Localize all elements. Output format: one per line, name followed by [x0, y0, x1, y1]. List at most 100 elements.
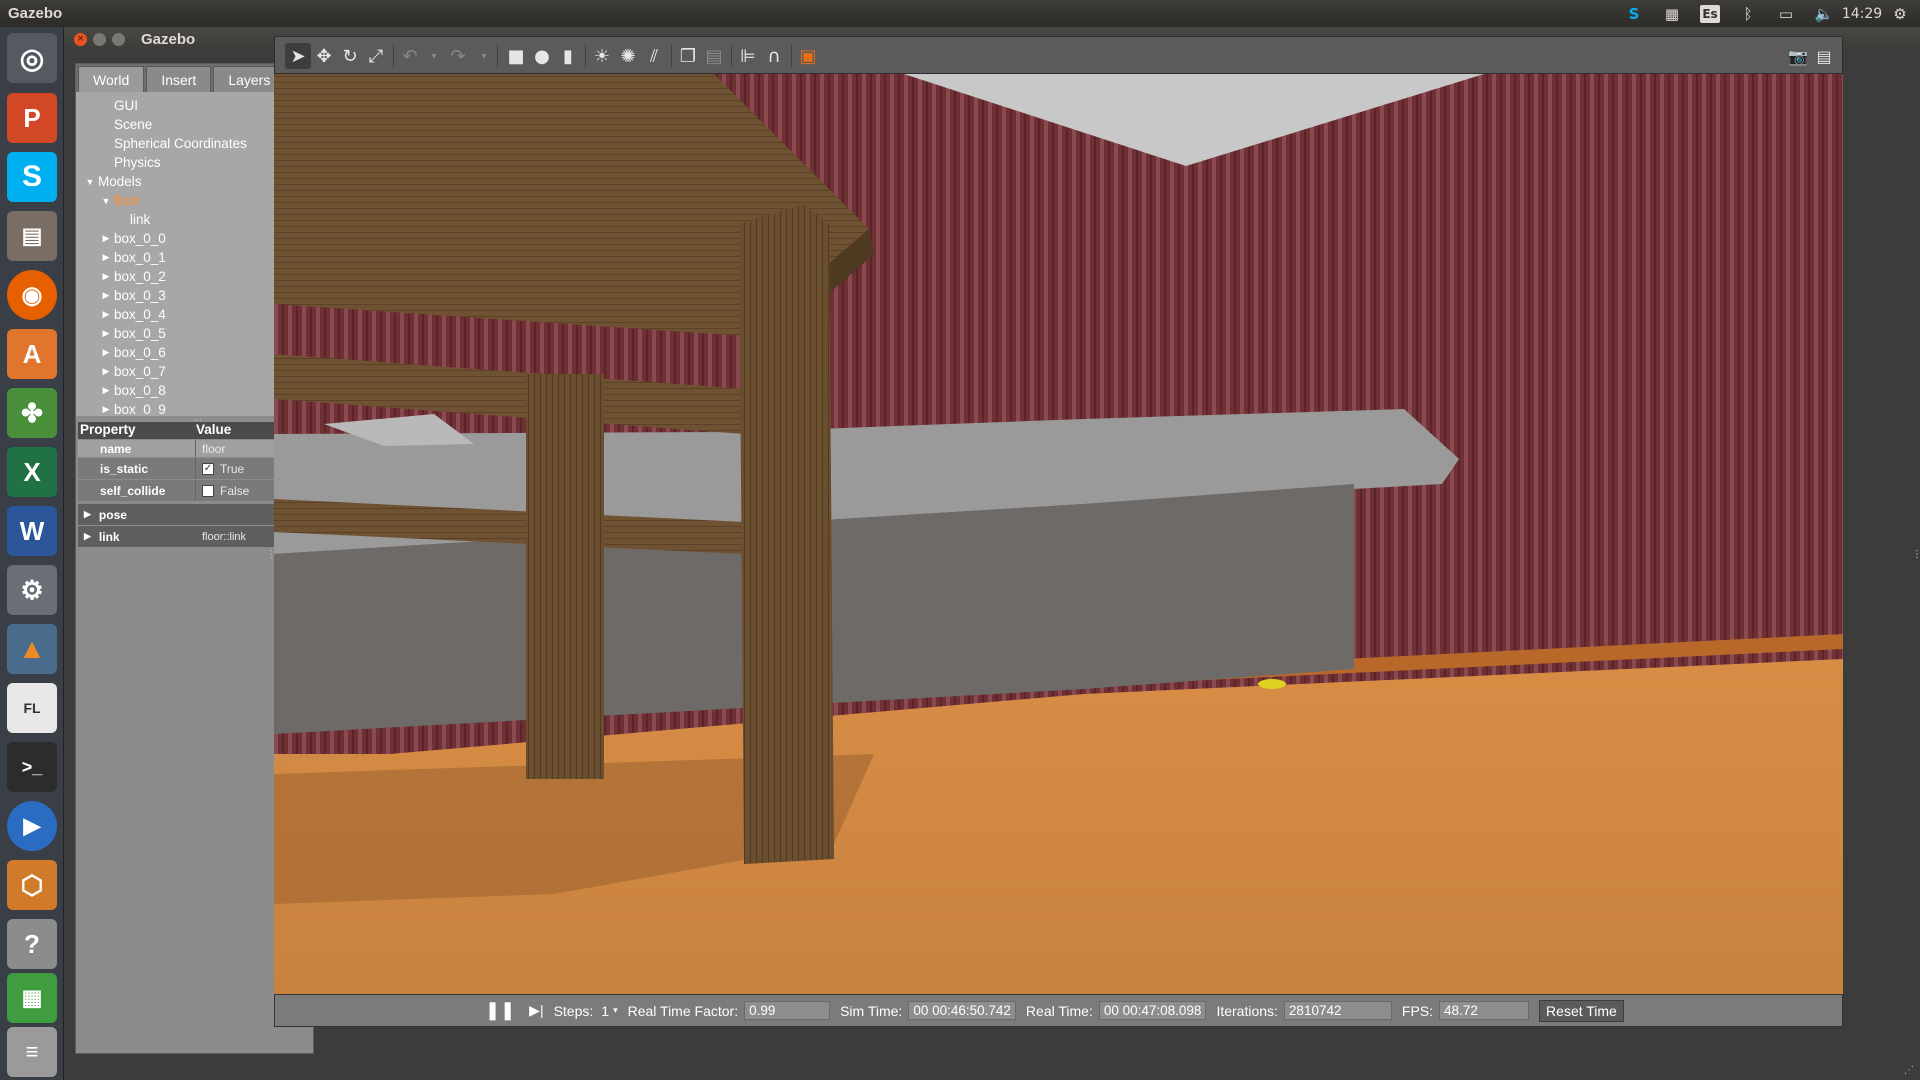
- active-app-name: Gazebo: [8, 5, 63, 22]
- sphere-shape-icon[interactable]: ●: [529, 43, 555, 69]
- stack-apps-icon[interactable]: ≡: [7, 1027, 57, 1077]
- collapse-arrow-icon[interactable]: ▶: [98, 404, 114, 415]
- excel-icon[interactable]: X: [7, 447, 57, 497]
- log-data-icon[interactable]: ▤: [1811, 43, 1837, 69]
- top-panel: Gazebo S ▦ Es ᛒ ▭ 🔈 14:29 ⚙: [0, 0, 1920, 27]
- camera-screenshot-icon[interactable]: 📷: [1785, 43, 1811, 69]
- property-value: floor: [202, 441, 226, 456]
- virtualbox-icon[interactable]: ⬡: [7, 860, 57, 910]
- tree-item-label: box_0_3: [114, 288, 166, 303]
- powerpoint-icon[interactable]: P: [7, 93, 57, 143]
- toolbar: ➤ ✥ ↻ ⤢ ↶ ▾ ↷ ▾ ■ ● ▮ ☀ ✺ ⫽ ❐ ▤ ⊫ ∩ ▣ 📷 …: [274, 36, 1843, 74]
- matlab-icon[interactable]: ▲: [7, 624, 57, 674]
- tab-insert[interactable]: Insert: [146, 66, 212, 92]
- bluetooth-icon[interactable]: ᛒ: [1738, 4, 1758, 24]
- keyboard-layout-indicator[interactable]: Es: [1700, 4, 1720, 23]
- align-icon[interactable]: ⊫: [735, 43, 761, 69]
- tab-world[interactable]: World: [78, 66, 145, 92]
- battery-icon[interactable]: ▭: [1776, 4, 1796, 24]
- redo-icon[interactable]: ↷: [445, 43, 471, 69]
- cylinder-shape-icon[interactable]: ▮: [555, 43, 581, 69]
- clock[interactable]: 14:29: [1842, 4, 1882, 24]
- table-leg-back: [526, 374, 604, 779]
- file-manager-icon[interactable]: ▤: [7, 211, 57, 261]
- word-icon[interactable]: W: [7, 506, 57, 556]
- rotate-icon[interactable]: ↻: [337, 43, 363, 69]
- tree-item-label: box_0_5: [114, 326, 166, 341]
- resize-grip-icon[interactable]: ⋰: [1904, 1065, 1914, 1076]
- 3d-viewport[interactable]: [274, 74, 1843, 994]
- collapse-arrow-icon[interactable]: ▶: [98, 252, 114, 263]
- collapse-arrow-icon[interactable]: ▶: [98, 385, 114, 396]
- snap-magnet-icon[interactable]: ∩: [761, 43, 787, 69]
- skype-icon[interactable]: S: [7, 152, 57, 202]
- select-arrow-icon[interactable]: ➤: [285, 43, 311, 69]
- media-player-icon[interactable]: ▶: [7, 801, 57, 851]
- property-column-header: Property: [80, 422, 136, 437]
- steps-label: Steps:: [553, 1002, 594, 1019]
- box-shape-icon[interactable]: ■: [503, 43, 529, 69]
- left-splitter-handle[interactable]: ⋮: [266, 549, 276, 563]
- collapse-arrow-icon[interactable]: ▶: [98, 347, 114, 358]
- spreadsheet-app-icon[interactable]: ▦: [7, 973, 57, 1023]
- reset-time-button[interactable]: Reset Time: [1539, 999, 1624, 1022]
- link-label: link: [98, 529, 120, 544]
- collapse-arrow-icon[interactable]: ▶: [98, 309, 114, 320]
- change-view-icon[interactable]: ▣: [795, 43, 821, 69]
- volume-icon[interactable]: 🔈: [1814, 4, 1834, 24]
- translate-icon[interactable]: ✥: [311, 43, 337, 69]
- gear-icon[interactable]: ⚙: [1890, 4, 1910, 24]
- skype-tray-icon[interactable]: S: [1624, 4, 1644, 24]
- collapse-arrow-icon[interactable]: ▶: [98, 328, 114, 339]
- undo-dropdown-icon[interactable]: ▾: [421, 43, 447, 69]
- steps-value: 1: [601, 1002, 610, 1019]
- step-button[interactable]: ▶|: [529, 1002, 543, 1019]
- tree-item-label: box_0_9: [114, 402, 166, 416]
- scale-icon[interactable]: ⤢: [363, 43, 389, 69]
- terminal-icon[interactable]: >_: [7, 742, 57, 792]
- window-title: Gazebo: [141, 30, 196, 48]
- is-static-checkbox[interactable]: ✓: [202, 462, 214, 475]
- right-splitter-handle[interactable]: ⋮: [1912, 549, 1920, 563]
- system-settings-icon[interactable]: ⚙: [7, 565, 57, 615]
- tree-item-label: floor: [114, 193, 141, 208]
- close-button[interactable]: ×: [74, 32, 87, 46]
- collapse-arrow-icon[interactable]: ▶: [98, 366, 114, 377]
- firefox-icon[interactable]: ◉: [7, 270, 57, 320]
- pause-icon[interactable]: ❚❚: [485, 1000, 515, 1021]
- ubuntu-dash-icon[interactable]: ◎: [7, 33, 57, 83]
- toolbar-separator: [393, 45, 394, 67]
- steps-spinner[interactable]: 1 ▾: [601, 1003, 617, 1019]
- launcher: ◎ P S ▤ ◉ A ✤ X W ⚙ ▲ FL >_ ▶ ⬡ ? ▦ ≡: [0, 27, 64, 1080]
- software-center-icon[interactable]: A: [7, 329, 57, 379]
- expand-arrow-icon[interactable]: ▼: [98, 196, 114, 206]
- scene-render: [274, 74, 1843, 994]
- fps-value: 48.72: [1439, 1001, 1530, 1020]
- spot-light-icon[interactable]: ✺: [615, 43, 641, 69]
- rtf-value: 0.99: [744, 1001, 831, 1020]
- property-label: self_collide: [78, 480, 196, 501]
- self-collide-checkbox[interactable]: [202, 484, 214, 497]
- minimize-button[interactable]: [93, 32, 106, 46]
- point-light-icon[interactable]: ☀: [589, 43, 615, 69]
- workspaces-icon[interactable]: ▦: [1662, 4, 1682, 24]
- toolbar-separator: [585, 45, 586, 67]
- property-value: False: [196, 484, 249, 498]
- pinwheel-app-icon[interactable]: ✤: [7, 388, 57, 438]
- expand-arrow-icon[interactable]: ▼: [82, 177, 98, 187]
- iterations-label: Iterations:: [1216, 1002, 1278, 1019]
- maximize-button[interactable]: [112, 32, 125, 46]
- directional-light-icon[interactable]: ⫽: [641, 43, 667, 69]
- value-column-header: Value: [196, 422, 232, 437]
- help-icon[interactable]: ?: [7, 919, 57, 969]
- undo-icon[interactable]: ↶: [397, 43, 423, 69]
- system-tray: S ▦ Es ᛒ ▭ 🔈 14:29 ⚙: [1624, 0, 1910, 27]
- paste-icon[interactable]: ▤: [701, 43, 727, 69]
- collapse-arrow-icon[interactable]: ▶: [98, 233, 114, 244]
- redo-dropdown-icon[interactable]: ▾: [471, 43, 497, 69]
- collapse-arrow-icon[interactable]: ▶: [98, 271, 114, 282]
- toolbar-separator: [731, 45, 732, 67]
- copy-icon[interactable]: ❐: [675, 43, 701, 69]
- collapse-arrow-icon[interactable]: ▶: [98, 290, 114, 301]
- fl-studio-icon[interactable]: FL: [7, 683, 57, 733]
